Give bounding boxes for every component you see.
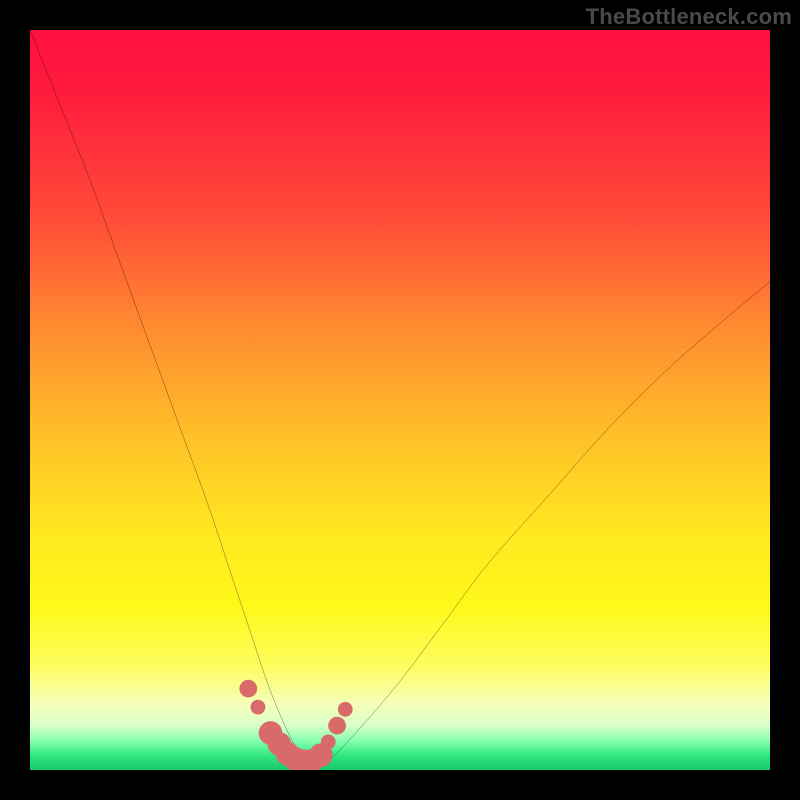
highlight-markers [239,680,352,770]
marker-dot [251,700,266,715]
outer-frame: TheBottleneck.com [0,0,800,800]
curve-layer [30,30,770,770]
marker-dot [239,680,257,698]
bottleneck-curve [30,30,770,765]
watermark-text: TheBottleneck.com [586,4,792,30]
marker-dot [321,734,336,749]
marker-dot [328,717,346,735]
plot-area [30,30,770,770]
marker-dot [338,702,353,717]
